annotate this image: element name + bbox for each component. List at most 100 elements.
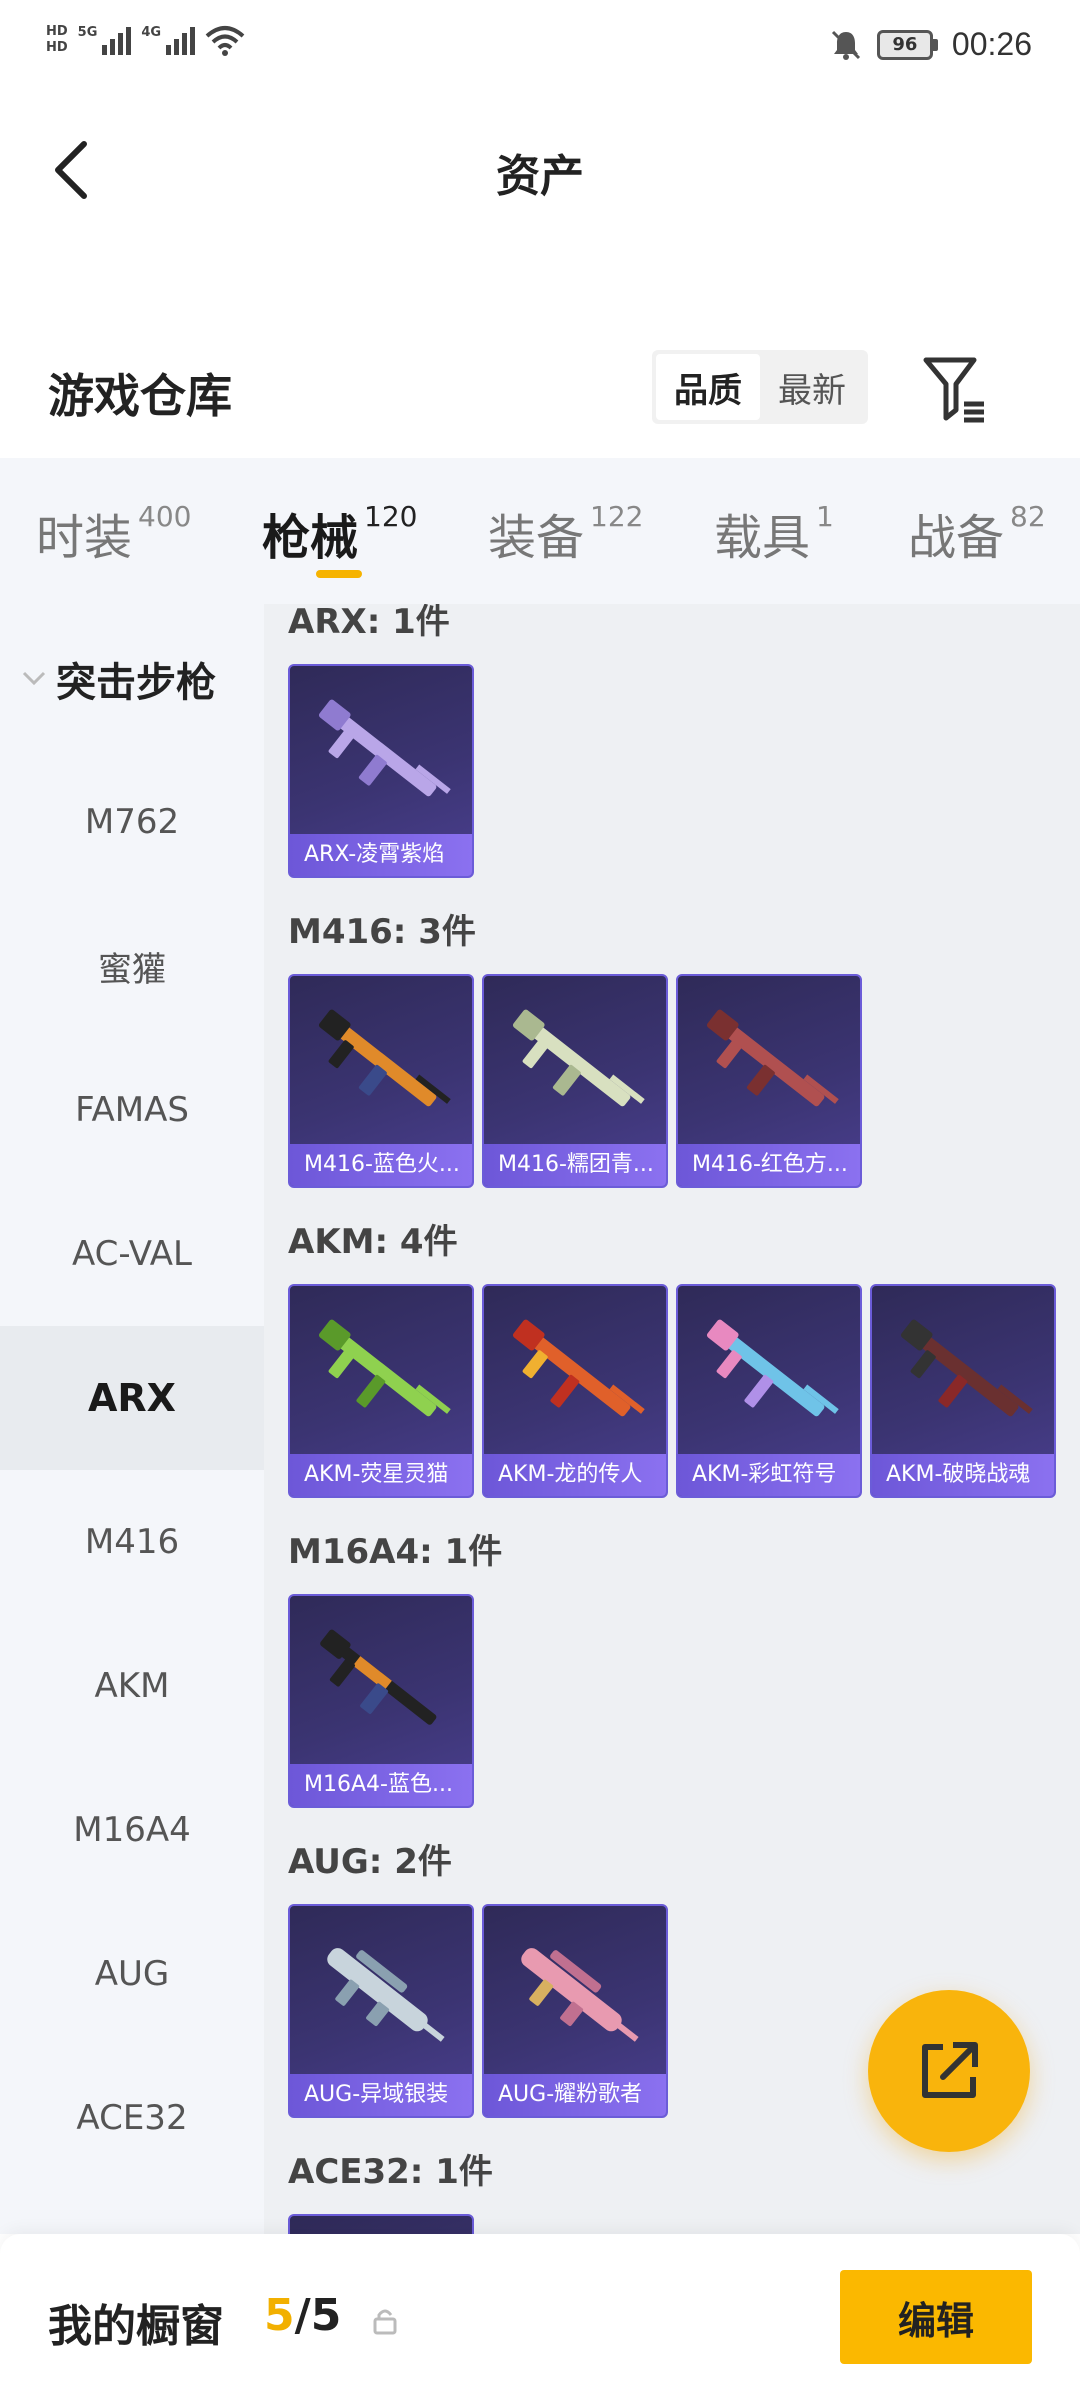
- skin-name: M416-蓝色火...: [290, 1144, 472, 1186]
- rifle-icon: [327, 1948, 445, 2042]
- filter-icon[interactable]: [920, 352, 990, 428]
- hd-bottom: HD: [46, 40, 68, 55]
- skin-card[interactable]: AKM-彩虹符号: [676, 1284, 862, 1498]
- skin-card[interactable]: M416-蓝色火...: [288, 974, 474, 1188]
- rifle-icon: [318, 1009, 451, 1107]
- tab-count: 82: [1010, 500, 1046, 533]
- tab-count: 400: [138, 500, 192, 533]
- sidebar-item-m16a4[interactable]: M16A4: [0, 1758, 264, 1902]
- status-right: 96 00:26: [829, 26, 1032, 63]
- skin-name: AKM-龙的传人: [484, 1454, 666, 1496]
- section-title-aug: AUG: 2件: [288, 1842, 452, 1882]
- sort-quality-option[interactable]: 品质: [656, 354, 760, 420]
- sidebar-item-akm[interactable]: AKM: [0, 1614, 264, 1758]
- section-title-akm: AKM: 4件: [288, 1222, 458, 1262]
- category-tabs: 时装 400 枪械 120 装备 122 载具 1 战备 82: [0, 458, 1080, 604]
- status-bar: HD HD 5G 4G 96 00:26: [0, 0, 1080, 100]
- share-button[interactable]: [868, 1990, 1030, 2152]
- tab-combat-supplies[interactable]: 战备 82: [908, 498, 1046, 568]
- showcase-total: 5: [310, 2290, 342, 2341]
- rifle-icon: [318, 1319, 451, 1417]
- sidebar-item-m416[interactable]: M416: [0, 1470, 264, 1614]
- skin-card[interactable]: AKM-荧星灵猫: [288, 1284, 474, 1498]
- status-left: HD HD 5G 4G: [46, 24, 245, 56]
- section-title-m16a4: M16A4: 1件: [288, 1532, 503, 1572]
- skin-card[interactable]: AUG-异域银装: [288, 1904, 474, 2118]
- skin-card[interactable]: [288, 2214, 474, 2234]
- hd-top: HD: [46, 24, 68, 39]
- skin-name: AUG-耀粉歌者: [484, 2074, 666, 2116]
- section-title-m416: M416: 3件: [288, 912, 476, 952]
- tab-equipment[interactable]: 装备 122: [488, 498, 643, 568]
- rifle-icon: [320, 1629, 437, 1725]
- section-title-arx: ARX: 1件: [288, 604, 450, 642]
- weapon-sidebar: 突击步枪 M762 蜜獾 FAMAS AC-VAL ARX M416 AKM M…: [0, 604, 264, 2234]
- battery-icon: 96: [876, 29, 938, 60]
- sidebar-item-aug[interactable]: AUG: [0, 1902, 264, 2046]
- sidebar-item-honey-badger[interactable]: 蜜獾: [0, 894, 264, 1038]
- share-export-icon: [922, 2042, 978, 2098]
- skin-name: M16A4-蓝色...: [290, 1764, 472, 1806]
- network-5g-label: 5G: [77, 25, 98, 40]
- tab-vehicles[interactable]: 载具 1: [714, 498, 834, 568]
- signal-icon-2: 4G: [141, 25, 196, 55]
- sidebar-group-assault-rifles[interactable]: 突击步枪: [20, 650, 216, 708]
- skin-name: ARX-凌霄紫焰: [290, 834, 472, 876]
- mute-bell-icon: [831, 30, 860, 60]
- sidebar-item-ace32[interactable]: ACE32: [0, 2046, 264, 2190]
- skin-card[interactable]: M16A4-蓝色...: [288, 1594, 474, 1808]
- rifle-icon: [900, 1319, 1033, 1417]
- rifle-icon: [706, 1319, 839, 1417]
- lock-icon: [373, 2309, 397, 2335]
- showcase-current: 5: [264, 2290, 295, 2341]
- skin-name: AKM-破晓战魂: [872, 1454, 1054, 1496]
- tab-label: 战备: [908, 510, 1005, 566]
- warehouse-title: 游戏仓库: [48, 369, 232, 423]
- sort-newest-option[interactable]: 最新: [760, 354, 864, 420]
- rifle-icon: [706, 1009, 839, 1107]
- tab-fashion[interactable]: 时装 400: [36, 498, 191, 568]
- skin-card[interactable]: AKM-破晓战魂: [870, 1284, 1056, 1498]
- tab-firearms[interactable]: 枪械 120: [262, 498, 417, 568]
- hd-indicator: HD HD: [46, 24, 68, 56]
- battery-level: 96: [876, 29, 933, 60]
- showcase-bar: 我的橱窗 5/5 编辑: [0, 2234, 1080, 2400]
- skin-card[interactable]: M416-红色方...: [676, 974, 862, 1188]
- network-4g-label: 4G: [141, 25, 162, 40]
- skin-card[interactable]: ARX-凌霄紫焰: [288, 664, 474, 878]
- skin-card[interactable]: AKM-龙的传人: [482, 1284, 668, 1498]
- sidebar-item-ac-val[interactable]: AC-VAL: [0, 1182, 264, 1326]
- sort-toggle: 品质 最新: [652, 350, 868, 424]
- showcase-count: 5/5: [264, 2290, 341, 2341]
- rifle-icon: [318, 699, 451, 797]
- showcase-separator: /: [294, 2290, 311, 2341]
- page-title: 资产: [496, 151, 584, 202]
- skin-name: AKM-荧星灵猫: [290, 1454, 472, 1496]
- content-area: 突击步枪 M762 蜜獾 FAMAS AC-VAL ARX M416 AKM M…: [0, 604, 1080, 2234]
- skin-name: AUG-异域银装: [290, 2074, 472, 2116]
- skin-name: M416-红色方...: [678, 1144, 860, 1186]
- active-tab-indicator: [316, 570, 362, 578]
- tab-count: 122: [590, 500, 644, 533]
- rifle-icon: [512, 1009, 645, 1107]
- section-title-ace32: ACE32: 1件: [288, 2152, 493, 2192]
- edit-button[interactable]: 编辑: [840, 2270, 1032, 2364]
- rifle-icon: [512, 1319, 645, 1417]
- rifle-icon: [521, 1948, 639, 2042]
- tab-count: 120: [364, 500, 418, 533]
- skin-card[interactable]: AUG-耀粉歌者: [482, 1904, 668, 2118]
- sidebar-group-label: 突击步枪: [56, 660, 216, 706]
- tab-label: 时装: [36, 510, 133, 566]
- tab-label: 枪械: [262, 510, 359, 566]
- sidebar-item-arx[interactable]: ARX: [0, 1326, 264, 1470]
- sidebar-item-famas[interactable]: FAMAS: [0, 1038, 264, 1182]
- tab-label: 装备: [488, 510, 585, 566]
- skin-name: M416-糯团青...: [484, 1144, 666, 1186]
- sidebar-item-m762[interactable]: M762: [0, 750, 264, 894]
- clock: 00:26: [951, 26, 1032, 62]
- chevron-down-icon: [22, 671, 46, 686]
- skin-card[interactable]: M416-糯团青...: [482, 974, 668, 1188]
- tab-count: 1: [816, 500, 834, 533]
- wifi-icon: [205, 26, 245, 56]
- skin-name: AKM-彩虹符号: [678, 1454, 860, 1496]
